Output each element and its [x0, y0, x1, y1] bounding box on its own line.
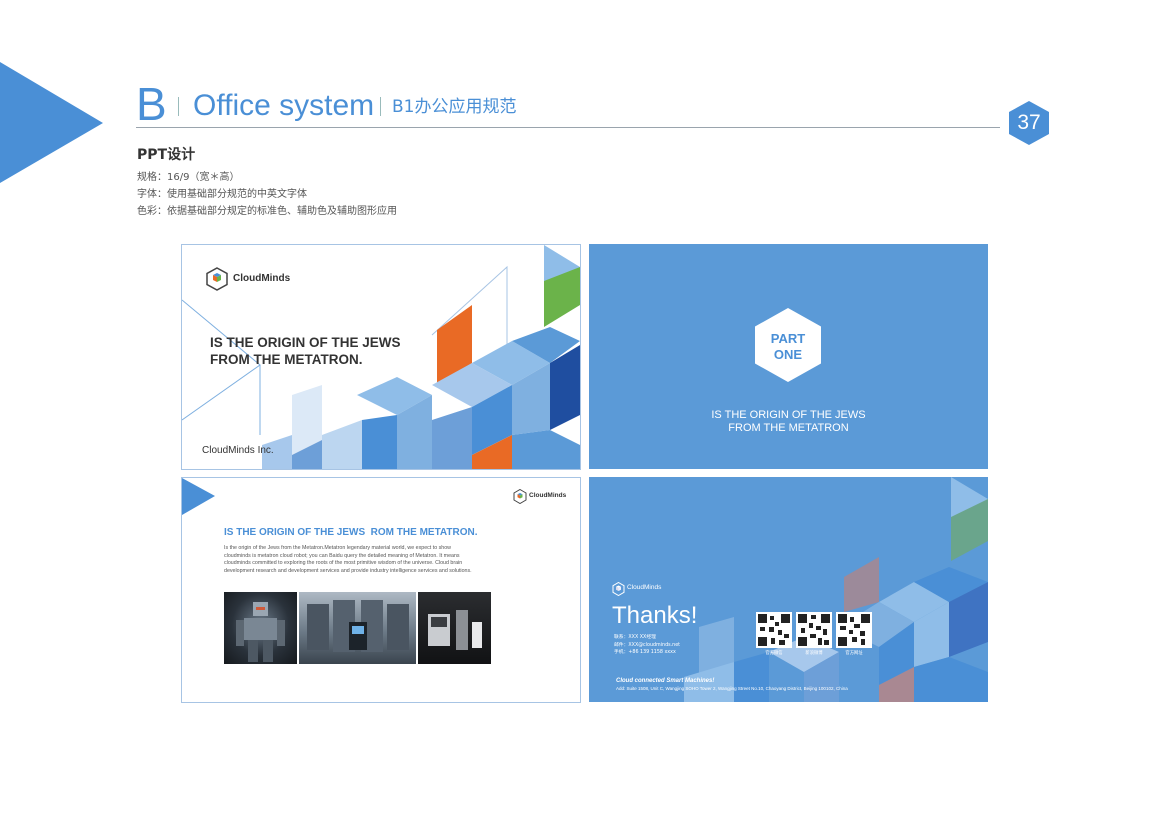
body-line: Is the origin of the Jews from the Metat… — [224, 545, 451, 551]
caption-line: FROM THE METATRON — [728, 422, 849, 434]
device-image — [428, 610, 482, 650]
qr-label: 官方网址 — [845, 651, 863, 656]
headline-line: FROM THE METATRON. — [210, 352, 363, 367]
cover-footer: CloudMinds Inc. — [202, 445, 274, 456]
decorative-triangle — [0, 62, 103, 183]
page-number: 37 — [1017, 111, 1041, 134]
slide-cover: CloudMinds IS THE ORIGIN OF THE JEWS FRO… — [181, 244, 581, 470]
spec-line: 色彩：依据基础部分规定的标准色、辅助色及辅助图形应用 — [137, 206, 397, 217]
logo-text: CloudMinds — [627, 584, 662, 591]
header-rule — [136, 127, 1000, 128]
slide-section-divider: PART ONE IS THE ORIGIN OF THE JEWS FROM … — [589, 244, 988, 469]
contact-line: 手机：+86 139 1158 xxxx — [614, 650, 676, 655]
cover-headline: IS THE ORIGIN OF THE JEWS FROM THE METAT… — [210, 334, 401, 368]
photo-device — [418, 592, 491, 664]
qr-label: 新浪微博 — [805, 651, 823, 656]
logo-text: CloudMinds — [233, 273, 291, 284]
photo-server-room — [299, 592, 416, 664]
section-title: PPT设计 — [137, 147, 196, 163]
badge-line: ONE — [773, 347, 803, 362]
page-number-badge: 37 — [1008, 100, 1050, 146]
badge-text: PART ONE — [754, 331, 822, 363]
slide-thanks: CloudMinds Thanks! 联系：XXX XX经理 邮件：XXX@cl… — [589, 477, 988, 702]
contact-block: 联系：XXX XX经理 邮件：XXX@cloudminds.net 手机：+86… — [614, 634, 680, 657]
content-body: Is the origin of the Jews from the Metat… — [224, 545, 472, 575]
server-image — [307, 600, 409, 652]
caption-line: IS THE ORIGIN OF THE JEWS — [711, 409, 866, 421]
qr-code-icon — [756, 612, 792, 648]
contact-line: 邮件：XXX@cloudminds.net — [614, 642, 681, 648]
header-title: Office system — [193, 89, 375, 122]
section-letter: B — [136, 78, 167, 130]
spec-line: 字体：使用基础部分规范的中英文字体 — [137, 189, 307, 200]
logo-text: CloudMinds — [529, 492, 567, 499]
address: Add: Suite 1508, Unit C, Wangjing SOHO T… — [616, 686, 848, 691]
header-divider-2 — [380, 97, 381, 116]
cloudminds-logo-icon — [513, 489, 527, 504]
qr-code-icon — [836, 612, 872, 648]
contact-line: 联系：XXX XX经理 — [614, 635, 656, 640]
photo-robot — [224, 592, 297, 664]
qr-label: 官方微信 — [765, 651, 783, 656]
spec-line: 规格：16/9（宽＊高） — [137, 172, 240, 183]
qr-code-icon — [796, 612, 832, 648]
content-headline: IS THE ORIGIN OF THE JEWS ROM THE METATR… — [224, 527, 478, 538]
body-line: development research and development ser… — [224, 567, 472, 574]
header-divider — [178, 97, 179, 116]
robot-image — [236, 602, 285, 662]
cloudminds-logo-icon — [206, 267, 228, 291]
slide-content: CloudMinds IS THE ORIGIN OF THE JEWS ROM… — [181, 477, 581, 703]
body-line: cloudminds committed to exploring the ro… — [224, 560, 463, 566]
body-line: cloudminds is metatron cloud robot; you … — [224, 552, 460, 559]
corner-triangle — [182, 478, 215, 515]
tagline: Cloud connected Smart Machines! — [616, 678, 715, 684]
headline-line: IS THE ORIGIN OF THE JEWS — [210, 335, 401, 350]
badge-line: PART — [770, 331, 806, 346]
thanks-title: Thanks! — [612, 602, 698, 629]
cloudminds-logo-icon — [612, 582, 625, 596]
header-subtitle: B1办公应用规范 — [392, 97, 517, 117]
divider-caption: IS THE ORIGIN OF THE JEWS FROM THE METAT… — [589, 409, 988, 435]
